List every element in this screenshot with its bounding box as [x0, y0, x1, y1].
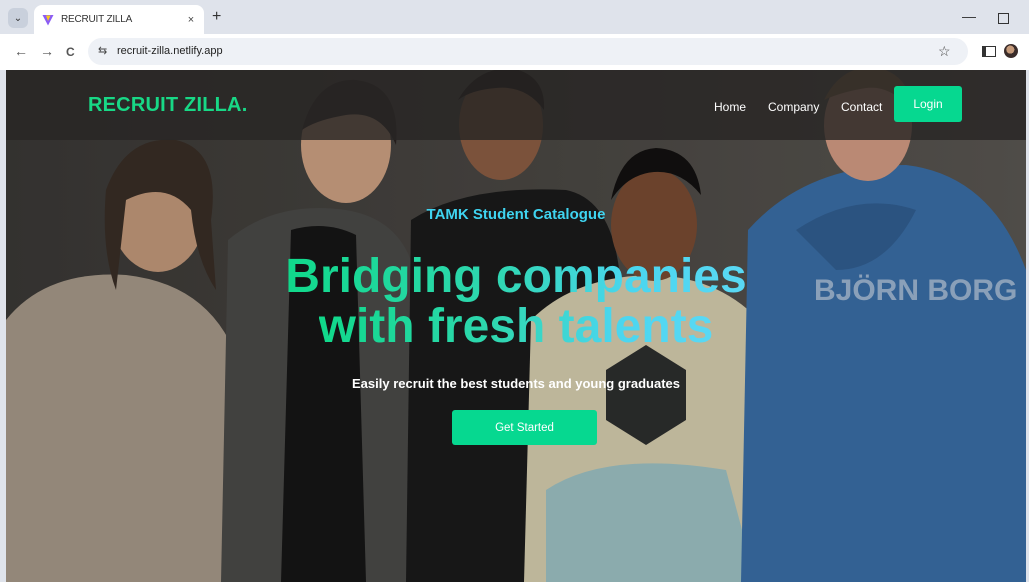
back-arrow-icon[interactable]: ← — [14, 43, 28, 59]
forward-arrow-icon[interactable]: → — [40, 43, 54, 59]
tab-title: RECRUIT ZILLA — [61, 14, 133, 25]
minimize-icon[interactable]: — — [962, 8, 976, 24]
login-button[interactable]: Login — [894, 86, 962, 122]
vite-favicon — [42, 14, 54, 25]
browser-tab[interactable]: RECRUIT ZILLA × — [34, 5, 204, 34]
browser-tab-strip: ⌄ RECRUIT ZILLA × + — — [0, 0, 1029, 34]
nav-link-home[interactable]: Home — [714, 100, 746, 114]
hero-headline-line-2: with fresh talents — [318, 300, 714, 353]
side-panel-icon[interactable] — [982, 46, 996, 57]
star-icon[interactable]: ☆ — [938, 43, 951, 60]
nav-link-contact[interactable]: Contact — [841, 100, 882, 114]
url-text[interactable]: recruit-zilla.netlify.app — [117, 45, 223, 57]
get-started-button[interactable]: Get Started — [452, 410, 597, 445]
page-viewport: BJÖRN BORG RECRUIT ZILLA. Home Company C… — [6, 70, 1026, 582]
profile-avatar[interactable] — [1004, 44, 1018, 58]
tab-search-button[interactable]: ⌄ — [8, 8, 28, 28]
nav-link-company[interactable]: Company — [768, 100, 819, 114]
hero-eyebrow: TAMK Student Catalogue — [426, 206, 606, 223]
plus-icon[interactable]: + — [212, 8, 221, 26]
address-bar[interactable]: ⇆ recruit-zilla.netlify.app ☆ — [88, 38, 968, 65]
hero-subheading: Easily recruit the best students and you… — [352, 376, 680, 391]
chevron-down-icon: ⌄ — [13, 12, 23, 24]
reload-icon[interactable]: C — [66, 44, 75, 60]
site-info-icon[interactable]: ⇆ — [98, 44, 107, 57]
close-icon[interactable]: × — [182, 14, 200, 26]
maximize-icon[interactable] — [998, 13, 1009, 24]
hero-headline: Bridging companies with fresh talents — [6, 252, 1026, 352]
browser-toolbar: ← → C ⇆ recruit-zilla.netlify.app ☆ — [0, 34, 1029, 70]
brand-logo[interactable]: RECRUIT ZILLA. — [88, 94, 247, 117]
site-navbar: RECRUIT ZILLA. Home Company Contact Logi… — [6, 70, 1026, 140]
hero-headline-line-1: Bridging companies — [285, 250, 747, 303]
